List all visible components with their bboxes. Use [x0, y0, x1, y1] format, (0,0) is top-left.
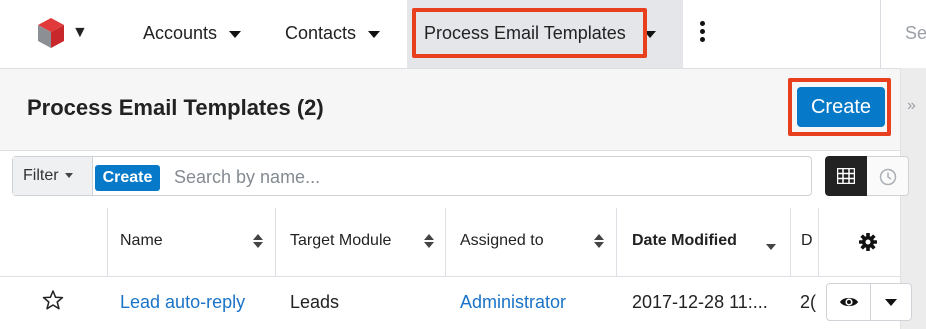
truncated-cell: 2( — [800, 292, 817, 312]
assigned-to-link[interactable]: Administrator — [460, 292, 566, 313]
create-filter-button[interactable]: Create — [95, 165, 160, 191]
filter-dropdown[interactable]: Filter — [13, 157, 93, 195]
nav-divider — [880, 0, 881, 68]
list-header: Process Email Templates (2) — [0, 68, 900, 151]
kebab-menu-icon[interactable] — [700, 21, 706, 45]
target-module-cell: Leads — [290, 292, 340, 312]
tab-contacts-label: Contacts — [285, 23, 357, 43]
tab-accounts-label: Accounts — [143, 23, 218, 43]
tab-highlight-annotation — [412, 8, 647, 58]
filter-dropdown-label: Filter — [23, 167, 59, 184]
sugar-cube-logo-icon[interactable] — [38, 18, 64, 48]
column-header-target-module[interactable]: Target Module — [290, 232, 391, 250]
date-modified-cell: 2017-12-28 11:... — [632, 292, 768, 312]
sidebar-toggle-icon[interactable]: » — [907, 97, 916, 115]
tab-contacts[interactable]: Contacts — [285, 0, 381, 68]
chevron-down-icon[interactable] — [229, 30, 242, 38]
column-header-assigned-to[interactable]: Assigned to — [460, 232, 544, 250]
gear-icon[interactable] — [858, 232, 878, 252]
list-view-icon — [837, 168, 855, 184]
global-search-fragment[interactable]: Se — [905, 0, 926, 66]
list-view-button[interactable] — [825, 156, 867, 196]
column-header-name[interactable]: Name — [120, 232, 163, 250]
sort-icon[interactable] — [594, 234, 604, 250]
star-icon[interactable] — [42, 289, 64, 311]
sort-icon[interactable] — [424, 234, 434, 250]
chevron-down-icon[interactable] — [368, 30, 381, 38]
row-actions — [826, 283, 912, 321]
create-highlight-annotation — [788, 78, 891, 136]
chevron-down-icon — [64, 173, 73, 179]
column-header-truncated[interactable]: D — [801, 232, 813, 250]
eye-icon[interactable] — [839, 295, 859, 309]
tab-accounts[interactable]: Accounts — [143, 0, 242, 68]
logo-menu-caret-icon[interactable]: ▼ — [72, 24, 88, 42]
row-actions-separator — [870, 284, 871, 320]
clock-icon — [879, 168, 897, 186]
page-title: Process Email Templates (2) — [27, 95, 324, 120]
column-header-date-modified[interactable]: Date Modified — [632, 232, 737, 250]
sort-desc-icon[interactable] — [766, 244, 776, 250]
sort-icon[interactable] — [253, 234, 263, 250]
activity-stream-button[interactable] — [867, 156, 909, 196]
search-input[interactable] — [172, 160, 806, 194]
record-name-link[interactable]: Lead auto-reply — [120, 292, 245, 313]
caret-down-icon[interactable] — [885, 299, 897, 306]
